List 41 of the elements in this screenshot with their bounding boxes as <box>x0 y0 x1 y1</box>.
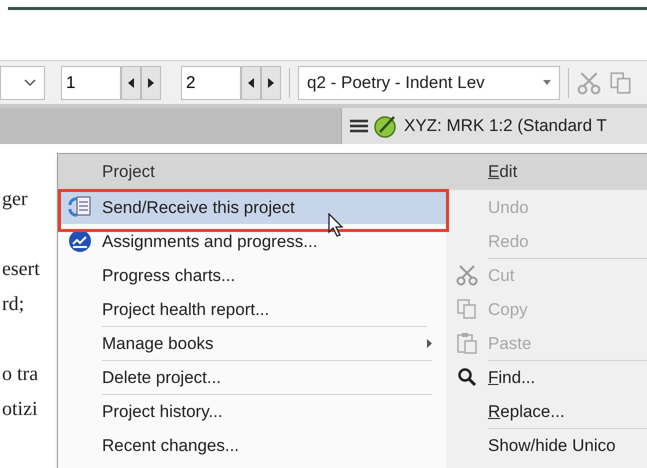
menu-item[interactable]: Replace... <box>446 394 647 428</box>
previous-button[interactable] <box>241 66 261 100</box>
reference-text: XYZ: MRK 1:2 (Standard T <box>404 115 607 138</box>
copy-icon <box>456 298 478 320</box>
style-dropdown[interactable]: q2 - Poetry - Indent Lev <box>298 66 560 100</box>
mouse-cursor-icon <box>328 213 344 237</box>
scissors-icon <box>456 264 478 286</box>
search-icon <box>457 367 477 387</box>
menu-item[interactable]: Project health report... <box>58 292 446 326</box>
document-text: o tra <box>2 363 38 385</box>
clipboard-icon <box>456 332 478 354</box>
menu-item[interactable]: Delete project... <box>58 360 446 394</box>
document-text: otizi <box>2 398 38 420</box>
document-text: rd; <box>2 293 24 315</box>
submenu-arrow-icon <box>427 338 432 348</box>
verse-field[interactable]: 2 <box>181 66 241 100</box>
document-text: ger <box>2 188 28 210</box>
menu-item[interactable]: Find... <box>446 360 647 394</box>
previous-button[interactable] <box>121 66 141 100</box>
next-button[interactable] <box>261 66 281 100</box>
menu-item[interactable]: Project history... <box>58 394 446 428</box>
caret-icon <box>543 80 551 85</box>
right-arrow-icon <box>268 78 274 88</box>
left-arrow-icon <box>128 78 134 88</box>
menu-icon[interactable] <box>350 119 368 133</box>
document-text: esert <box>2 258 40 280</box>
menu-item[interactable]: Manage books <box>58 326 446 360</box>
menu-title: Edit <box>488 161 518 184</box>
menu-item[interactable]: Progress charts... <box>58 258 446 292</box>
chapter-field[interactable]: 1 <box>61 66 121 100</box>
menu-item[interactable]: Recent changes... <box>58 428 446 462</box>
sync-document-icon <box>67 195 93 219</box>
chevron-down-icon <box>24 78 36 86</box>
next-button[interactable] <box>141 66 161 100</box>
pen-nib-icon[interactable] <box>374 114 398 138</box>
menu-item[interactable]: Send/Receive this project <box>58 190 446 224</box>
left-arrow-icon <box>248 78 254 88</box>
chart-icon <box>68 229 92 253</box>
menu-title: Project <box>102 161 155 184</box>
right-arrow-icon <box>148 78 154 88</box>
menu-item[interactable]: Show/hide Unico <box>446 428 647 462</box>
